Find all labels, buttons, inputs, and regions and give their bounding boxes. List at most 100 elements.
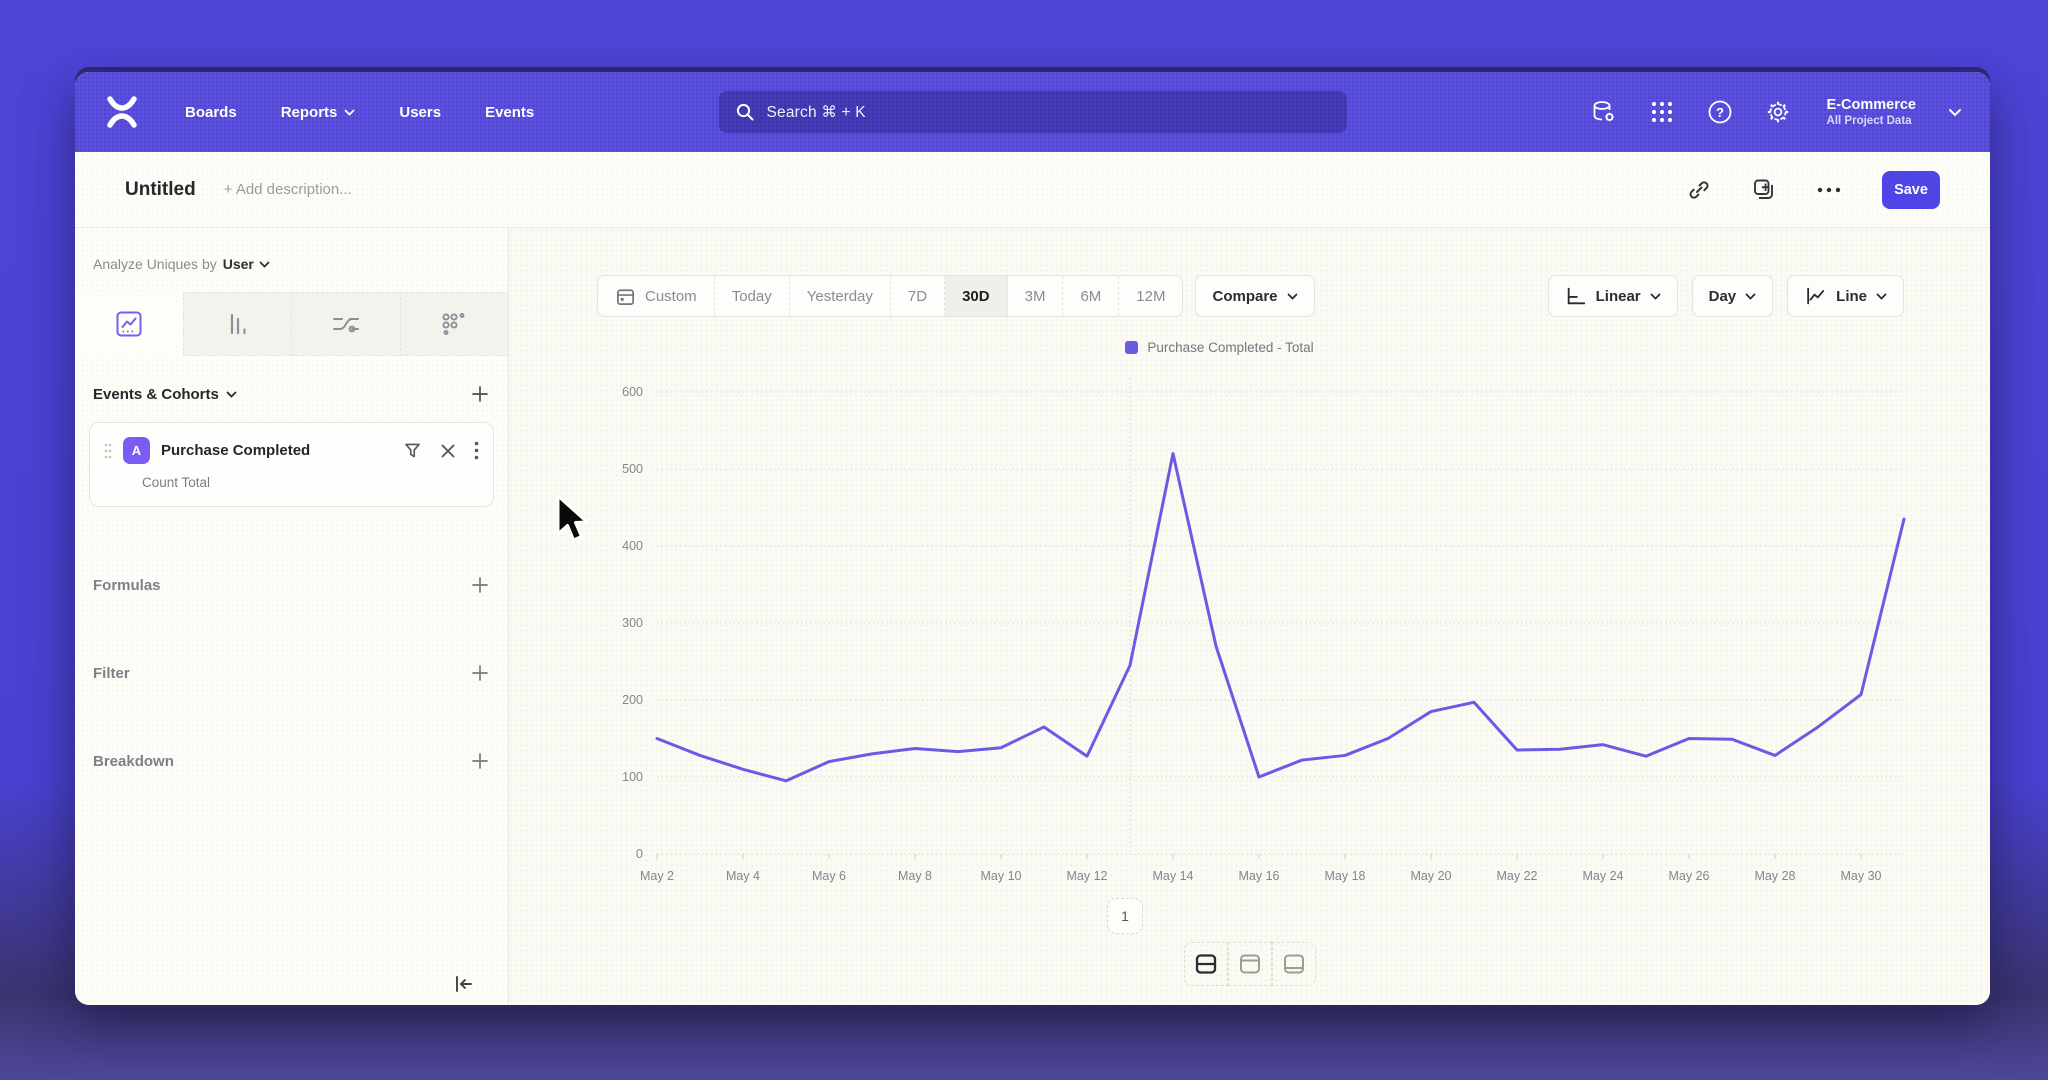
nav-item-label: Users: [399, 104, 441, 121]
add-formulas-button[interactable]: [470, 575, 490, 595]
nav-item-boards[interactable]: Boards: [185, 104, 237, 121]
analyze-prefix: Analyze Uniques by: [93, 256, 217, 272]
date-range-label: 3M: [1025, 288, 1046, 305]
date-range-today[interactable]: Today: [715, 276, 790, 316]
project-switcher[interactable]: E-Commerce All Project Data: [1827, 96, 1916, 129]
nav-item-users[interactable]: Users: [399, 104, 441, 121]
svg-text:May 24: May 24: [1583, 869, 1624, 883]
nav-item-reports[interactable]: Reports: [281, 104, 356, 121]
date-controls: Custom Today Yesterday 7D30D 3M 6M 12M Compare: [597, 275, 1315, 317]
date-range-12m[interactable]: 12M: [1119, 276, 1182, 316]
event-card-row: A Purchase Completed: [104, 437, 479, 464]
kebab-menu-icon[interactable]: [474, 441, 479, 460]
events-cohorts-header: Events & Cohorts: [75, 384, 508, 404]
help-icon[interactable]: ?: [1707, 99, 1733, 125]
data-management-icon[interactable]: [1591, 99, 1617, 125]
date-range-3m[interactable]: 3M: [1008, 276, 1064, 316]
analyze-entity-dropdown[interactable]: User: [223, 256, 270, 272]
linear-scale-icon: [1565, 285, 1587, 307]
share-link-icon[interactable]: [1687, 178, 1711, 202]
add-filter-button[interactable]: [470, 663, 490, 683]
scale-dropdown[interactable]: Linear: [1548, 275, 1678, 317]
more-options-icon[interactable]: [1816, 186, 1842, 194]
search-icon: [735, 102, 755, 122]
add-event-button[interactable]: [470, 384, 490, 404]
chevron-down-icon: [1745, 293, 1756, 300]
section-label: Filter: [93, 665, 130, 682]
add-description-field[interactable]: + Add description...: [224, 181, 352, 198]
chart-legend[interactable]: Purchase Completed - Total: [509, 340, 1930, 355]
filter-funnel-icon[interactable]: [403, 441, 422, 460]
chevron-down-icon: [226, 391, 237, 398]
tab-funnels[interactable]: [183, 292, 292, 356]
svg-text:May 28: May 28: [1755, 869, 1796, 883]
search-placeholder: Search ⌘ + K: [767, 103, 866, 122]
duplicate-icon[interactable]: [1751, 177, 1776, 202]
chart-type-dropdown[interactable]: Line: [1787, 275, 1904, 317]
layout-bottom-panel-button[interactable]: [1272, 942, 1316, 986]
apps-grid-icon[interactable]: [1649, 99, 1675, 125]
nav-right: ? E-Commerce All Project Data: [1591, 96, 1962, 129]
date-range-label: Yesterday: [807, 288, 873, 305]
event-measurement[interactable]: Count Total: [142, 475, 479, 490]
mixpanel-logo-icon[interactable]: [103, 92, 141, 132]
date-range-yesterday[interactable]: Yesterday: [790, 276, 891, 316]
nav-item-label: Events: [485, 104, 534, 121]
section-label: Breakdown: [93, 753, 174, 770]
analyze-entity-value: User: [223, 256, 254, 272]
date-range-7d[interactable]: 7D: [891, 276, 945, 316]
collapse-sidebar-icon[interactable]: [454, 975, 474, 993]
svg-text:May 2: May 2: [640, 869, 674, 883]
date-range-segment: Custom Today Yesterday 7D30D 3M 6M 12M: [597, 275, 1183, 317]
date-range-label: Custom: [645, 288, 697, 305]
remove-event-icon[interactable]: [440, 443, 456, 459]
date-range-custom[interactable]: Custom: [598, 276, 715, 316]
event-name[interactable]: Purchase Completed: [161, 442, 310, 459]
tab-flows[interactable]: [291, 292, 400, 356]
tab-insights[interactable]: [75, 292, 183, 356]
report-title[interactable]: Untitled: [125, 179, 196, 201]
chart-controls: Custom Today Yesterday 7D30D 3M 6M 12M Compare…: [509, 275, 1990, 317]
svg-text:May 12: May 12: [1067, 869, 1108, 883]
compare-button[interactable]: Compare: [1195, 275, 1314, 317]
project-chevron-down-icon[interactable]: [1948, 108, 1962, 117]
analyze-row: Analyze Uniques by User: [75, 228, 508, 286]
project-subtitle: All Project Data: [1827, 114, 1916, 128]
nav-item-events[interactable]: Events: [485, 104, 534, 121]
layout-top-panel-button[interactable]: [1228, 942, 1272, 986]
search-input[interactable]: Search ⌘ + K: [719, 91, 1347, 133]
svg-text:May 10: May 10: [981, 869, 1022, 883]
svg-text:May 8: May 8: [898, 869, 932, 883]
svg-text:400: 400: [622, 539, 643, 553]
page-indicator[interactable]: 1: [1107, 898, 1143, 934]
legend-swatch: [1125, 341, 1138, 354]
sidebar-section-breakdown: Breakdown: [75, 751, 508, 771]
svg-text:May 4: May 4: [726, 869, 760, 883]
insights-chart[interactable]: 0100200300400500600May 2May 4May 6May 8M…: [547, 358, 1947, 903]
layout-split-rows-button[interactable]: [1184, 942, 1228, 986]
event-card-actions: [403, 441, 479, 460]
tab-retention[interactable]: [400, 292, 509, 356]
svg-text:0: 0: [636, 847, 643, 861]
date-range-6m[interactable]: 6M: [1063, 276, 1119, 316]
svg-text:May 6: May 6: [812, 869, 846, 883]
section-label: Formulas: [93, 577, 161, 594]
svg-text:May 16: May 16: [1239, 869, 1280, 883]
date-range-30d[interactable]: 30D: [945, 276, 1008, 316]
layout-toggles: [1184, 942, 1316, 986]
legend-series-label: Purchase Completed - Total: [1147, 340, 1313, 355]
save-button[interactable]: Save: [1882, 171, 1940, 209]
app-window: Boards Reports Users Events Search ⌘ + K: [75, 72, 1990, 1005]
event-card[interactable]: A Purchase Completed Count T: [89, 422, 494, 507]
events-cohorts-label[interactable]: Events & Cohorts: [93, 386, 237, 403]
line-chart-icon: [1804, 285, 1827, 307]
compare-label: Compare: [1212, 288, 1277, 305]
chart-panel: Custom Today Yesterday 7D30D 3M 6M 12M Compare…: [509, 228, 1990, 1005]
settings-gear-icon[interactable]: [1765, 99, 1791, 125]
drag-handle-icon[interactable]: [104, 443, 112, 459]
add-breakdown-button[interactable]: [470, 751, 490, 771]
date-range-label: 6M: [1080, 288, 1101, 305]
interval-dropdown[interactable]: Day: [1692, 275, 1774, 317]
chevron-down-icon: [1876, 293, 1887, 300]
report-actions: Save: [1687, 171, 1940, 209]
